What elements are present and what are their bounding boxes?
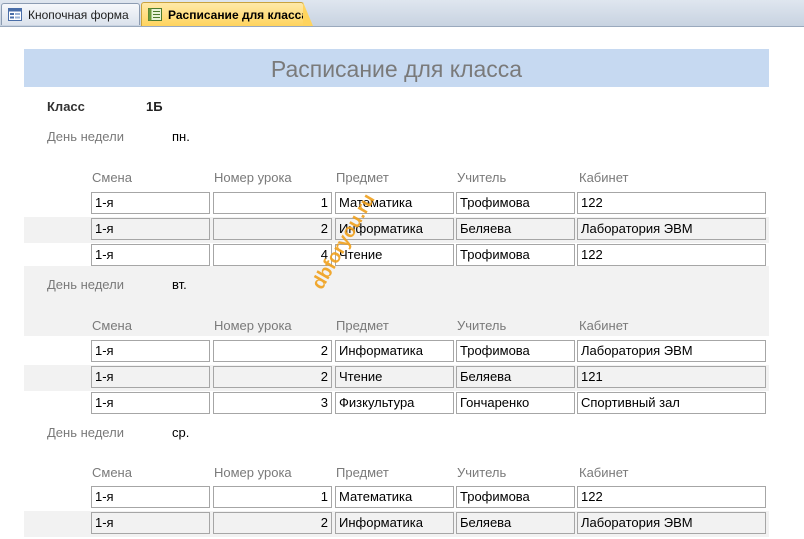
table-row: 1-я 2 Информатика Трофимова Лаборатория … [24, 339, 769, 365]
column-header-teacher: Учитель [457, 318, 507, 333]
column-header-teacher: Учитель [457, 170, 507, 185]
column-header-subject: Предмет [336, 465, 389, 480]
shift-field[interactable]: 1-я [91, 244, 210, 266]
column-header-shift: Смена [92, 318, 132, 333]
teacher-field[interactable]: Беляева [456, 218, 575, 240]
form-icon [8, 8, 22, 21]
column-header-room: Кабинет [579, 318, 629, 333]
shift-field[interactable]: 1-я [91, 512, 210, 534]
column-header-shift: Смена [92, 465, 132, 480]
column-header-subject: Предмет [336, 170, 389, 185]
column-header-shift: Смена [92, 170, 132, 185]
lesson-number-field[interactable]: 2 [213, 218, 332, 240]
table-row: 1-я 1 Математика Трофимова 122 [24, 191, 769, 217]
table-row: 1-я 3 Физкультура Гончаренко Спортивный … [24, 391, 769, 417]
table-row: 1-я 2 Информатика Беляева Лаборатория ЭВ… [24, 511, 769, 537]
teacher-field[interactable]: Гончаренко [456, 392, 575, 414]
room-field[interactable]: Лаборатория ЭВМ [577, 512, 766, 534]
document-tab-bar: Кнопочная форма Расписание для класса [0, 0, 804, 27]
column-header-room: Кабинет [579, 170, 629, 185]
tab-switchboard-form[interactable]: Кнопочная форма [1, 3, 140, 25]
tab-label: Расписание для класса [168, 7, 309, 22]
shift-field[interactable]: 1-я [91, 392, 210, 414]
room-field[interactable]: Лаборатория ЭВМ [577, 218, 766, 240]
lesson-number-field[interactable]: 2 [213, 340, 332, 362]
day-label: День недели [47, 425, 124, 440]
subject-field[interactable]: Чтение [335, 366, 454, 388]
lesson-number-field[interactable]: 3 [213, 392, 332, 414]
lesson-number-field[interactable]: 1 [213, 192, 332, 214]
room-field[interactable]: Спортивный зал [577, 392, 766, 414]
shift-field[interactable]: 1-я [91, 366, 210, 388]
group-header-band [24, 266, 769, 336]
room-field[interactable]: 121 [577, 366, 766, 388]
subject-field[interactable]: Информатика [335, 340, 454, 362]
column-header-room: Кабинет [579, 465, 629, 480]
column-header-lesson-number: Номер урока [214, 318, 292, 333]
column-header-lesson-number: Номер урока [214, 465, 292, 480]
lesson-number-field[interactable]: 2 [213, 366, 332, 388]
day-value: пн. [172, 129, 190, 144]
table-row: 1-я 2 Чтение Беляева 121 [24, 365, 769, 391]
table-row: 1-я 2 Информатика Беляева Лаборатория ЭВ… [24, 217, 769, 243]
shift-field[interactable]: 1-я [91, 218, 210, 240]
report-title: Расписание для класса [24, 49, 769, 87]
teacher-field[interactable]: Беляева [456, 512, 575, 534]
shift-field[interactable]: 1-я [91, 486, 210, 508]
teacher-field[interactable]: Трофимова [456, 340, 575, 362]
room-field[interactable]: 122 [577, 486, 766, 508]
lesson-number-field[interactable]: 4 [213, 244, 332, 266]
report-icon [148, 8, 162, 21]
tab-label: Кнопочная форма [28, 7, 129, 22]
subject-field[interactable]: Физкультура [335, 392, 454, 414]
day-value: вт. [172, 277, 187, 292]
shift-field[interactable]: 1-я [91, 192, 210, 214]
column-header-teacher: Учитель [457, 465, 507, 480]
lesson-number-field[interactable]: 1 [213, 486, 332, 508]
teacher-field[interactable]: Трофимова [456, 244, 575, 266]
column-header-lesson-number: Номер урока [214, 170, 292, 185]
day-value: ср. [172, 425, 190, 440]
lesson-number-field[interactable]: 2 [213, 512, 332, 534]
teacher-field[interactable]: Беляева [456, 366, 575, 388]
teacher-field[interactable]: Трофимова [456, 192, 575, 214]
room-field[interactable]: 122 [577, 244, 766, 266]
room-field[interactable]: 122 [577, 192, 766, 214]
day-label: День недели [47, 277, 124, 292]
subject-field[interactable]: Информатика [335, 512, 454, 534]
day-label: День недели [47, 129, 124, 144]
subject-field[interactable]: Математика [335, 486, 454, 508]
teacher-field[interactable]: Трофимова [456, 486, 575, 508]
class-label: Класс [47, 99, 85, 114]
class-value: 1Б [146, 99, 163, 114]
table-row: 1-я 1 Математика Трофимова 122 [24, 485, 769, 511]
shift-field[interactable]: 1-я [91, 340, 210, 362]
room-field[interactable]: Лаборатория ЭВМ [577, 340, 766, 362]
tab-class-schedule-report[interactable]: Расписание для класса [141, 2, 313, 26]
column-header-subject: Предмет [336, 318, 389, 333]
